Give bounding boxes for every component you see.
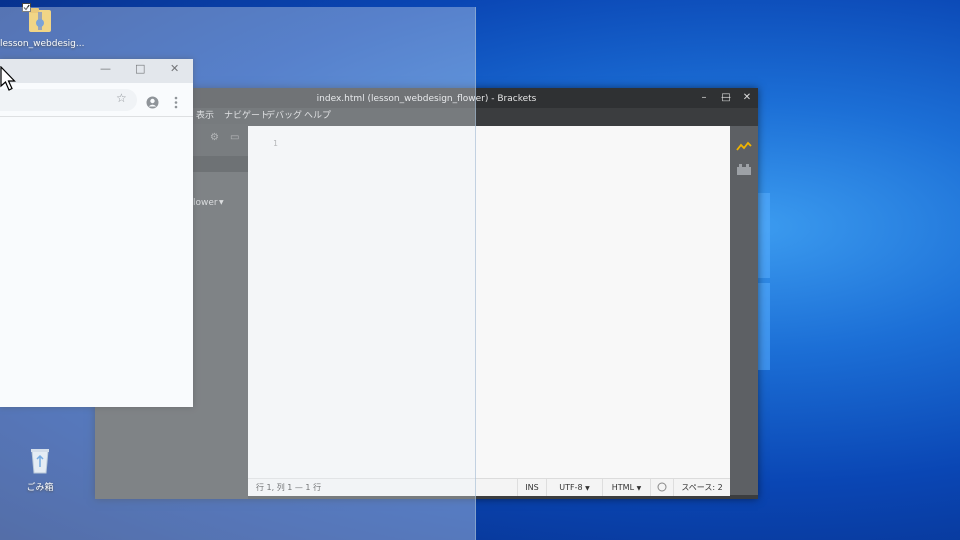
window-snap-preview [0, 7, 476, 540]
mouse-cursor-icon [0, 66, 16, 91]
language-select[interactable]: HTML ▼ [602, 479, 650, 496]
insert-mode-indicator[interactable]: INS [517, 479, 546, 496]
chevron-down-icon: ▼ [636, 485, 642, 492]
indent-setting[interactable]: スペース: 2 [673, 479, 730, 496]
close-button[interactable]: ✕ [736, 88, 758, 108]
encoding-select[interactable]: UTF-8 ▼ [546, 479, 602, 496]
windows-logo-lower-pane [758, 283, 770, 370]
live-preview-icon[interactable] [735, 140, 753, 154]
extension-manager-icon[interactable] [735, 162, 753, 176]
right-toolbar [730, 126, 758, 495]
minimize-button-glyph: – [701, 92, 707, 103]
windows-logo-upper-pane [758, 193, 770, 278]
maximize-button-glyph[interactable]: □ [715, 88, 737, 108]
chevron-down-icon: ▼ [585, 485, 590, 492]
linter-status-icon[interactable] [650, 479, 673, 496]
